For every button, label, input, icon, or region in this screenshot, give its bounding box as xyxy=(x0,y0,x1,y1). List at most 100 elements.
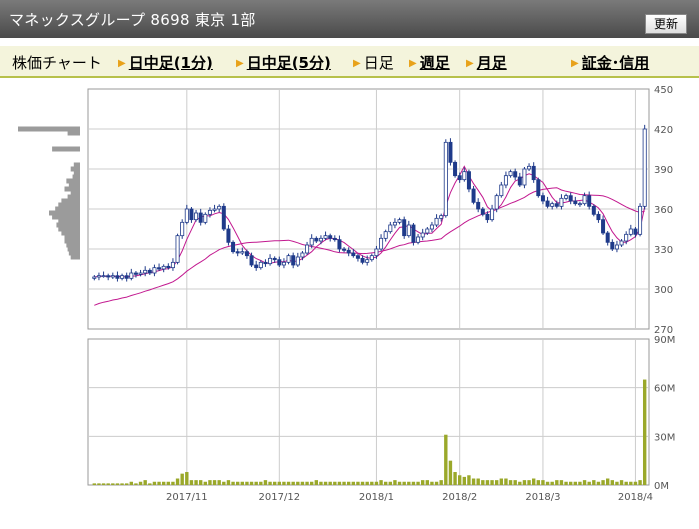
candle-body xyxy=(476,201,481,210)
y-tick-label: 300 xyxy=(654,285,673,296)
volume-bar xyxy=(259,481,263,485)
candle-body xyxy=(166,265,171,269)
candle-body xyxy=(305,244,310,254)
volume-bar xyxy=(115,483,120,485)
volume-bar xyxy=(208,480,212,485)
volume-bar xyxy=(615,481,619,485)
volume-bar xyxy=(578,481,582,485)
tab-6[interactable]: ▶ 証金･信用 xyxy=(571,52,649,73)
candle-body xyxy=(157,267,162,270)
volume-bar xyxy=(305,481,309,485)
volume-bar xyxy=(217,480,221,485)
volume-bar xyxy=(457,475,462,485)
candle-body xyxy=(619,240,624,246)
tab-5[interactable]: ▶ 月足 xyxy=(466,52,507,73)
volume-bar xyxy=(148,483,152,485)
candle-body xyxy=(420,232,425,238)
volume-bar xyxy=(411,481,416,485)
volume-bar xyxy=(370,481,374,485)
stock-chart: 2017/11 2017/12 2018/1 2018/2 2018/3 2018/4 45… xyxy=(18,85,675,503)
volume-bar xyxy=(323,481,328,485)
volume-bar xyxy=(175,478,180,485)
volume-bar xyxy=(462,476,467,485)
volume-bar xyxy=(481,480,485,485)
arrow-right-icon: ▶ xyxy=(236,58,244,69)
candle-body xyxy=(115,275,120,279)
volume-bar xyxy=(393,480,397,485)
candle-body xyxy=(443,141,448,217)
candle-body xyxy=(513,171,518,178)
page-title: マネックスグループ 8698 東京 1部 xyxy=(9,11,256,29)
volume-bar xyxy=(434,481,439,485)
volume-bar xyxy=(235,481,240,485)
volume-bar xyxy=(388,481,393,485)
volume-bar xyxy=(245,481,249,485)
candle-body xyxy=(101,275,106,278)
candle-body xyxy=(596,213,601,221)
arrow-right-icon: ▶ xyxy=(466,58,474,69)
volume-bar xyxy=(143,480,147,485)
candle-body xyxy=(531,165,536,181)
candle-body xyxy=(466,171,471,190)
candle-body xyxy=(175,235,180,263)
candle-body xyxy=(291,255,296,266)
volume-bar xyxy=(111,483,115,485)
candle-body xyxy=(143,269,148,274)
refresh-button[interactable]: 更新 xyxy=(644,14,687,34)
volume-bar xyxy=(277,481,282,485)
candle-body xyxy=(601,219,606,234)
volume-bar xyxy=(420,480,425,485)
volume-bar xyxy=(309,481,314,485)
volume-bar xyxy=(106,483,110,485)
candle-body xyxy=(194,212,199,221)
candle-body xyxy=(383,231,388,239)
y-tick-label: 330 xyxy=(654,245,673,256)
title-bar: マネックスグループ 8698 東京 1部 更新 xyxy=(0,0,699,38)
volume-bar xyxy=(129,481,134,485)
chart-period-tabs: 株価チャート ▶ 日中足(1分) ▶ 日中足(5分) ▶ 日足 ▶ 週足 ▶ 月足 ▶ 証金･信用 xyxy=(0,46,699,78)
volume-bar xyxy=(642,379,647,485)
volume-profile-bar xyxy=(70,254,80,260)
volume-bar xyxy=(619,480,624,485)
volume-bar xyxy=(254,481,258,485)
candle-body xyxy=(605,232,610,243)
volume-bar xyxy=(522,480,527,485)
candle-body xyxy=(133,272,138,275)
candle-body xyxy=(342,248,347,251)
volume-bar xyxy=(638,480,642,485)
candle-body xyxy=(582,195,587,205)
volume-bar xyxy=(545,481,550,485)
candle-body xyxy=(642,128,647,207)
candle-body xyxy=(351,252,356,257)
y-tick-label: 450 xyxy=(654,85,673,96)
candle-body xyxy=(203,213,208,223)
volume-bar xyxy=(356,481,360,485)
volume-bar xyxy=(337,481,342,485)
tab-1[interactable]: ▶ 日中足(1分) xyxy=(118,52,213,73)
volume-bar xyxy=(157,481,161,485)
candle-body xyxy=(397,219,402,223)
volume-bar xyxy=(402,481,406,485)
tab-label: 月足 xyxy=(476,54,507,72)
candle-body xyxy=(337,239,342,250)
volume-bar xyxy=(592,480,596,485)
volume-bar xyxy=(342,481,346,485)
volume-bar xyxy=(513,480,517,485)
candle-body xyxy=(235,251,240,254)
candle-body xyxy=(374,248,379,257)
volume-bar xyxy=(240,481,245,485)
tab-2[interactable]: ▶ 日中足(5分) xyxy=(236,52,331,73)
volume-bar xyxy=(582,480,587,485)
candle-body xyxy=(254,264,259,269)
arrow-right-icon: ▶ xyxy=(353,58,361,69)
tab-4[interactable]: ▶ 週足 xyxy=(409,52,450,73)
candle-body xyxy=(628,228,633,235)
candle-body xyxy=(249,255,254,266)
candle-body xyxy=(277,259,282,266)
candle-body xyxy=(244,251,249,257)
volume-bar xyxy=(222,481,226,485)
candle-body xyxy=(129,272,134,279)
volume-bar xyxy=(282,481,286,485)
candle-body xyxy=(189,208,194,221)
candle-body xyxy=(346,249,351,254)
